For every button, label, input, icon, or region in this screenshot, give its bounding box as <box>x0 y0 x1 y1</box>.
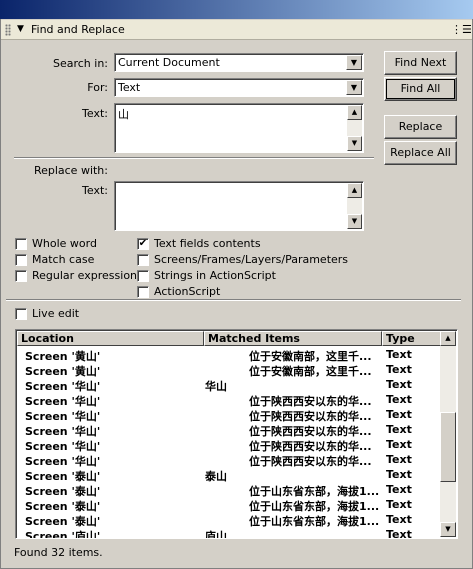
table-row[interactable]: Screen '华山' 位于陕西西安以东的华... Text <box>17 452 442 468</box>
status-text: Found 32 items. <box>14 546 103 559</box>
find-all-button[interactable]: Find All <box>384 77 457 101</box>
cell-type: Text <box>386 468 412 481</box>
search-text-value: 山 <box>118 108 129 121</box>
divider <box>14 157 374 159</box>
screens-checkbox[interactable]: Screens/Frames/Layers/Parameters <box>137 253 348 266</box>
scroll-up-icon[interactable]: ▲ <box>347 183 362 198</box>
options-menu-icon[interactable]: ⋮☰ <box>451 23 472 36</box>
grip-icon[interactable] <box>5 24 11 36</box>
cell-type: Text <box>386 378 412 391</box>
column-header-matched[interactable]: Matched Items <box>204 331 382 346</box>
replace-with-label: Replace with: <box>33 164 108 177</box>
replace-button[interactable]: Replace <box>384 115 457 139</box>
checkbox-box[interactable] <box>137 269 149 282</box>
cell-type: Text <box>386 423 412 436</box>
for-select[interactable]: Text ▼ <box>114 78 364 97</box>
table-row[interactable]: Screen '泰山' 泰山 Text <box>17 467 442 483</box>
checkbox-box[interactable] <box>15 253 27 266</box>
checkbox-label: Screens/Frames/Layers/Parameters <box>154 253 349 266</box>
text-scrollbar[interactable]: ▲ ▼ <box>347 105 362 151</box>
cell-type: Text <box>386 408 412 421</box>
text-label: Text: <box>82 107 108 120</box>
checkbox-box[interactable] <box>15 307 27 320</box>
table-row[interactable]: Screen '华山' 位于陕西西安以东的华... Text <box>17 407 442 423</box>
actionscript-checkbox[interactable]: ActionScript <box>137 285 220 298</box>
table-row[interactable]: Screen '庐山' 庐山 Text <box>17 527 442 539</box>
table-row[interactable]: Screen '华山' 位于陕西西安以东的华... Text <box>17 437 442 453</box>
for-value: Text <box>118 81 141 94</box>
whole-word-checkbox[interactable]: Whole word <box>15 237 97 250</box>
results-scrollbar[interactable]: ▲ ▼ <box>440 331 456 537</box>
table-row[interactable]: Screen '泰山' 位于山东省东部，海拔1... Text <box>17 512 442 528</box>
cell-type: Text <box>386 498 412 511</box>
table-row[interactable]: Screen '华山' 位于陕西西安以东的华... Text <box>17 422 442 438</box>
cell-type: Text <box>386 483 412 496</box>
panel-title: Find and Replace <box>31 23 125 36</box>
search-in-select[interactable]: Current Document ▼ <box>114 53 364 72</box>
checkbox-label: ActionScript <box>154 285 221 298</box>
cell-matched: 庐山 <box>205 530 227 539</box>
cell-location: Screen '庐山' <box>25 530 101 539</box>
checkbox-box[interactable] <box>137 285 149 298</box>
regex-checkbox[interactable]: Regular expressions <box>15 269 143 282</box>
results-list[interactable]: Location Matched Items Type Screen '黄山' … <box>15 329 458 539</box>
search-in-value: Current Document <box>118 56 220 69</box>
replace-scrollbar[interactable]: ▲ ▼ <box>347 183 362 229</box>
chevron-down-icon[interactable]: ▼ <box>346 80 362 95</box>
strings-actionscript-checkbox[interactable]: Strings in ActionScript <box>137 269 276 282</box>
match-case-checkbox[interactable]: Match case <box>15 253 94 266</box>
cell-type: Text <box>386 528 412 539</box>
cell-type: Text <box>386 438 412 451</box>
triangle-down-icon[interactable]: ▼ <box>17 24 24 34</box>
scroll-up-icon[interactable]: ▲ <box>440 331 456 346</box>
table-row[interactable]: Screen '黄山' 位于安徽南部，这里千... Text <box>17 362 442 378</box>
results-rows: Screen '黄山' 位于安徽南部，这里千... Text Screen '黄山… <box>17 347 442 539</box>
checkbox-label: Match case <box>32 253 95 266</box>
column-header-type[interactable]: Type <box>382 331 441 346</box>
checkbox-label: Regular expressions <box>32 269 143 282</box>
checkbox-box[interactable] <box>15 237 27 250</box>
table-row[interactable]: Screen '华山' 位于陕西西安以东的华... Text <box>17 392 442 408</box>
checkbox-box[interactable] <box>137 253 149 266</box>
cell-type: Text <box>386 513 412 526</box>
table-row[interactable]: Screen '泰山' 位于山东省东部，海拔1... Text <box>17 482 442 498</box>
search-in-label: Search in: <box>52 57 108 70</box>
scroll-down-icon[interactable]: ▼ <box>347 136 362 151</box>
divider <box>6 299 461 301</box>
scroll-down-icon[interactable]: ▼ <box>347 214 362 229</box>
window-titlebar[interactable] <box>0 0 473 19</box>
replace-text-label: Text: <box>82 184 108 197</box>
cell-type: Text <box>386 453 412 466</box>
checkbox-label: Live edit <box>32 307 80 320</box>
search-text-input[interactable]: 山 ▲ ▼ <box>114 103 364 153</box>
checkbox-label: Strings in ActionScript <box>154 269 276 282</box>
column-header-location[interactable]: Location <box>17 331 204 346</box>
scroll-down-icon[interactable]: ▼ <box>440 522 456 537</box>
panel-header[interactable]: ▼ Find and Replace ⋮☰ <box>1 20 472 40</box>
cell-type: Text <box>386 348 412 361</box>
live-edit-checkbox[interactable]: Live edit <box>15 307 79 320</box>
check-icon[interactable]: ✔ <box>137 237 149 250</box>
table-row[interactable]: Screen '泰山' 位于山东省东部，海拔1... Text <box>17 497 442 513</box>
scrollbar-thumb[interactable] <box>440 412 456 482</box>
text-fields-checkbox[interactable]: ✔ Text fields contents <box>137 237 261 250</box>
replace-all-button[interactable]: Replace All <box>384 141 457 165</box>
checkbox-label: Text fields contents <box>154 237 261 250</box>
checkbox-label: Whole word <box>32 237 97 250</box>
cell-type: Text <box>386 393 412 406</box>
cell-type: Text <box>386 363 412 376</box>
table-row[interactable]: Screen '华山' 华山 Text <box>17 377 442 393</box>
table-row[interactable]: Screen '黄山' 位于安徽南部，这里千... Text <box>17 347 442 363</box>
for-label: For: <box>87 81 108 94</box>
checkbox-box[interactable] <box>15 269 27 282</box>
find-next-button[interactable]: Find Next <box>384 51 457 75</box>
chevron-down-icon[interactable]: ▼ <box>346 55 362 70</box>
scroll-up-icon[interactable]: ▲ <box>347 105 362 120</box>
replace-text-input[interactable]: ▲ ▼ <box>114 181 364 231</box>
